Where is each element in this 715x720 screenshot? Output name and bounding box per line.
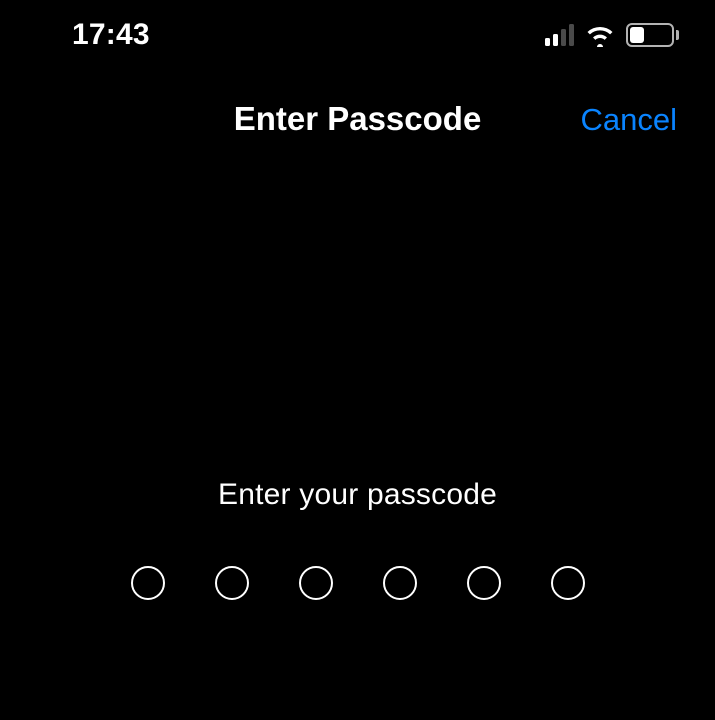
passcode-dot — [551, 566, 585, 600]
wifi-icon — [584, 23, 616, 47]
prompt-label: Enter your passcode — [218, 478, 497, 512]
cancel-button[interactable]: Cancel — [581, 102, 678, 138]
status-time: 17:43 — [72, 18, 150, 52]
passcode-dot — [215, 566, 249, 600]
passcode-dot — [383, 566, 417, 600]
passcode-dot — [467, 566, 501, 600]
nav-bar: Enter Passcode Cancel — [0, 100, 715, 150]
status-bar: 17:43 — [0, 0, 715, 70]
status-icons — [545, 23, 679, 47]
passcode-dot — [299, 566, 333, 600]
passcode-dots — [131, 566, 585, 600]
passcode-dot — [131, 566, 165, 600]
battery-icon — [626, 23, 679, 47]
page-title: Enter Passcode — [234, 100, 482, 138]
cellular-signal-icon — [545, 24, 574, 46]
